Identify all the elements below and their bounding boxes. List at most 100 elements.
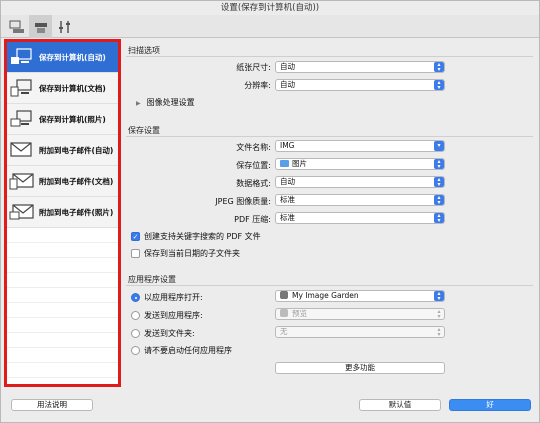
scan-options-title: 扫描选项 <box>128 46 160 55</box>
sidebar-empty-area <box>7 228 118 384</box>
scanner-panel-icon <box>34 22 47 33</box>
image-processing-disclosure[interactable]: ▶ 图像处理设置 <box>136 97 195 108</box>
window-title: 设置(保存到计算机(自动)) <box>220 3 320 13</box>
disclosure-triangle-icon: ▶ <box>136 100 141 107</box>
send-app-value: 预览 <box>292 309 307 318</box>
open-with-value: My Image Garden <box>292 291 359 300</box>
send-folder-label: 发送到文件夹: <box>144 329 195 338</box>
save-in-label: 保存位置: <box>236 161 271 170</box>
app-settings-title: 应用程序设置 <box>128 275 176 284</box>
pdf-compression-value: 标准 <box>280 213 295 222</box>
folder-icon <box>280 160 289 167</box>
sidebar-item-save-photo[interactable]: 保存到计算机(照片) <box>7 104 118 135</box>
data-format-value: 自动 <box>280 177 295 186</box>
file-name-label: 文件名称: <box>236 143 271 152</box>
jpeg-quality-value: 标准 <box>280 195 295 204</box>
save-photo-icon <box>10 110 32 127</box>
paper-size-select[interactable]: 自动 ▴ ▾ <box>275 61 445 73</box>
keyword-pdf-label: 创建支持关键字搜索的 PDF 文件 <box>144 232 261 241</box>
sidebar-item-label: 保存到计算机(自动) <box>39 52 106 62</box>
radio-empty-icon <box>131 346 140 355</box>
sidebar-item-email-auto[interactable]: 附加到电子邮件(自动) <box>7 135 118 166</box>
send-folder-radio[interactable]: 发送到文件夹: <box>131 328 195 339</box>
tab-general-settings[interactable] <box>53 15 76 38</box>
paper-size-label: 纸张尺寸: <box>236 63 271 72</box>
subfolder-checkbox[interactable]: 保存到当前日期的子文件夹 <box>131 248 240 259</box>
divider <box>126 136 533 137</box>
radio-empty-icon <box>131 329 140 338</box>
more-functions-button[interactable]: 更多功能 <box>275 362 445 374</box>
sidebar-item-save-auto[interactable]: 保存到计算机(自动) <box>7 42 118 73</box>
general-settings-icon <box>58 20 70 33</box>
resolution-label: 分辨率: <box>244 81 271 90</box>
sidebar-item-email-document[interactable]: 附加到电子邮件(文档) <box>7 166 118 197</box>
pdf-compression-select[interactable]: 标准 ▴ ▾ <box>275 212 445 224</box>
divider <box>126 285 533 286</box>
data-format-label: 数据格式: <box>236 179 271 188</box>
divider <box>126 56 533 57</box>
settings-panel: 扫描选项 纸张尺寸: 自动 ▴ ▾ 分辨率: 自动 ▴ ▾ ▶ 图像处理设置 保存设置… <box>124 39 539 389</box>
sidebar-item-label: 保存到计算机(照片) <box>39 114 106 124</box>
chevron-updown-icon: ▴ ▾ <box>434 80 444 90</box>
pdf-compression-label: PDF 压缩: <box>234 215 271 224</box>
settings-window: 设置(保存到计算机(自动)) 保存到计算机(自动) 保存到计算机(文档) 保存到… <box>0 0 540 423</box>
sidebar-item-save-document[interactable]: 保存到计算机(文档) <box>7 73 118 104</box>
save-to-computer-icon <box>11 48 32 64</box>
email-attach-icon <box>10 142 32 157</box>
resolution-value: 自动 <box>280 80 295 89</box>
send-app-select[interactable]: 预览 ▴ ▾ <box>275 308 445 320</box>
chevron-updown-icon: ▴ ▾ <box>434 62 444 72</box>
app-icon <box>280 291 288 299</box>
tab-scanner-panel[interactable] <box>29 15 52 38</box>
save-document-icon <box>10 79 32 97</box>
chevron-updown-icon: ▴ ▾ <box>434 195 444 205</box>
ok-button[interactable]: 好 <box>449 399 531 411</box>
subfolder-label: 保存到当前日期的子文件夹 <box>144 249 240 258</box>
no-app-radio[interactable]: 请不要启动任何应用程序 <box>131 345 232 356</box>
jpeg-quality-label: JPEG 图像质量: <box>215 197 271 206</box>
resolution-select[interactable]: 自动 ▴ ▾ <box>275 79 445 91</box>
save-in-select[interactable]: 图片 ▴ ▾ <box>275 158 445 170</box>
open-with-radio[interactable]: 以应用程序打开: <box>131 292 203 303</box>
chevron-updown-icon: ▴ ▾ <box>437 308 441 320</box>
scan-mode-sidebar: 保存到计算机(自动) 保存到计算机(文档) 保存到计算机(照片) 附加到电子邮件… <box>4 39 121 387</box>
send-app-label: 发送到应用程序: <box>144 311 203 320</box>
chevron-updown-icon: ▴ ▾ <box>434 159 444 169</box>
sidebar-item-email-photo[interactable]: 附加到电子邮件(照片) <box>7 197 118 228</box>
scan-from-computer-icon <box>9 20 24 33</box>
email-document-icon <box>9 173 34 190</box>
checkmark-icon: ✓ <box>131 232 140 241</box>
sidebar-item-label: 附加到电子邮件(文档) <box>39 176 114 186</box>
chevron-updown-icon: ▴ ▾ <box>437 326 441 338</box>
instructions-button[interactable]: 用法说明 <box>11 399 93 411</box>
jpeg-quality-select[interactable]: 标准 ▴ ▾ <box>275 194 445 206</box>
checkbox-empty-icon <box>131 249 140 258</box>
chevron-updown-icon: ▴ ▾ <box>434 213 444 223</box>
defaults-button[interactable]: 默认值 <box>359 399 441 411</box>
save-settings-title: 保存设置 <box>128 126 160 135</box>
chevron-down-icon: ▾ <box>434 141 444 151</box>
image-processing-label: 图像处理设置 <box>146 98 195 107</box>
sidebar-item-label: 附加到电子邮件(照片) <box>39 207 114 217</box>
open-with-select[interactable]: My Image Garden ▴ ▾ <box>275 290 445 302</box>
save-in-value: 图片 <box>292 159 307 168</box>
chevron-updown-icon: ▴ ▾ <box>434 177 444 187</box>
no-app-label: 请不要启动任何应用程序 <box>144 346 232 355</box>
toolbar <box>1 15 539 38</box>
send-app-radio[interactable]: 发送到应用程序: <box>131 310 203 321</box>
open-with-label: 以应用程序打开: <box>144 293 203 302</box>
radio-selected-icon <box>131 293 140 302</box>
file-name-select[interactable]: IMG ▾ <box>275 140 445 152</box>
send-folder-select[interactable]: 无 ▴ ▾ <box>275 326 445 338</box>
file-name-value: IMG <box>280 141 295 150</box>
preview-app-icon <box>280 309 288 317</box>
tab-scan-from-computer[interactable] <box>5 15 28 38</box>
email-photo-icon <box>9 204 34 220</box>
send-folder-value: 无 <box>280 327 288 336</box>
sidebar-item-label: 附加到电子邮件(自动) <box>39 145 114 155</box>
data-format-select[interactable]: 自动 ▴ ▾ <box>275 176 445 188</box>
radio-empty-icon <box>131 311 140 320</box>
keyword-pdf-checkbox[interactable]: ✓ 创建支持关键字搜索的 PDF 文件 <box>131 231 261 242</box>
chevron-updown-icon: ▴ ▾ <box>434 291 444 301</box>
paper-size-value: 自动 <box>280 62 295 71</box>
